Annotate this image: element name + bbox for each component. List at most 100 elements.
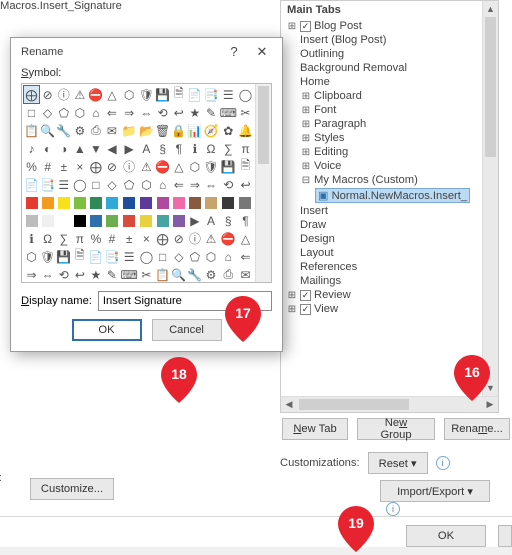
symbol-cell[interactable] [88, 194, 103, 211]
customize-button[interactable]: Customize... [30, 478, 114, 500]
tree-label[interactable]: Outlining [300, 48, 344, 60]
symbol-cell[interactable] [238, 194, 253, 211]
symbol-cell[interactable]: ⬡ [139, 176, 154, 193]
symbol-cell[interactable]: % [24, 158, 39, 175]
symbol-cell[interactable]: ◀ [104, 140, 119, 157]
collapse-icon[interactable]: ⊟ [301, 175, 311, 186]
symbol-cell[interactable]: ⟲ [56, 266, 71, 282]
symbol-cell[interactable]: 🧭 [203, 122, 218, 139]
scroll-thumb[interactable] [258, 86, 269, 164]
symbol-cell[interactable] [88, 212, 103, 229]
dialog-titlebar[interactable]: Rename ? ✕ [11, 38, 282, 65]
symbol-cell[interactable]: ⬡ [187, 158, 202, 175]
symbol-cell[interactable]: § [220, 212, 237, 229]
expand-icon[interactable]: ⊞ [301, 91, 311, 102]
symbol-cell[interactable]: 🗎 [72, 248, 87, 265]
symbol-cell[interactable]: × [139, 230, 154, 247]
tree-label[interactable]: My Macros (Custom) [314, 174, 418, 186]
tree-label[interactable]: Paragraph [314, 118, 366, 130]
symbol-cell[interactable]: 🗎 [171, 86, 186, 103]
symbol-cell[interactable]: A [203, 212, 218, 229]
symbol-cell[interactable]: ✎ [104, 266, 119, 282]
symbol-cell[interactable]: ℹ [187, 140, 202, 157]
expand-icon[interactable]: ⊞ [301, 161, 311, 172]
scroll-right-icon[interactable]: ▶ [482, 399, 498, 410]
symbol-cell[interactable]: ⬠ [56, 104, 71, 121]
symbol-cell[interactable]: ◇ [104, 176, 119, 193]
selected-macro-entry[interactable]: ▣Normal.NewMacros.Insert_ [315, 188, 470, 203]
symbol-cell[interactable]: ▶ [187, 212, 202, 229]
symbol-cell[interactable] [40, 212, 55, 229]
symbol-cell[interactable]: ⛔ [220, 230, 237, 247]
symbol-cell[interactable]: Ω [40, 230, 55, 247]
symbol-cell[interactable]: ⚙ [72, 122, 87, 139]
symbol-cell[interactable]: ⊘ [40, 86, 55, 103]
symbol-cell[interactable]: ▲ [72, 140, 87, 157]
expand-icon[interactable]: ⊞ [301, 105, 311, 116]
symbol-cell[interactable]: ⚠ [203, 230, 218, 247]
symbol-cell[interactable] [139, 194, 154, 211]
symbol-cell[interactable]: □ [155, 248, 170, 265]
symbol-cell[interactable]: ⟲ [155, 104, 170, 121]
symbol-cell[interactable]: ✂ [139, 266, 154, 282]
symbol-cell[interactable]: ✂ [238, 104, 253, 121]
symbol-cell[interactable]: ⬠ [120, 176, 137, 193]
tree-label[interactable]: Home [300, 76, 330, 88]
tree-label[interactable]: Background Removal [300, 62, 407, 74]
symbol-cell[interactable]: □ [88, 176, 103, 193]
symbol-cell[interactable]: ⨁ [88, 158, 103, 175]
symbol-cell[interactable]: ☰ [220, 86, 237, 103]
new-group-button[interactable]: New Group [357, 418, 435, 440]
tree-label[interactable]: Insert [300, 205, 328, 217]
symbol-cell[interactable]: ⌂ [88, 104, 103, 121]
symbol-cell[interactable]: 📑 [104, 248, 119, 265]
symbol-cell[interactable]: π [72, 230, 87, 247]
import-export-dropdown[interactable]: Import/Export ▾ [380, 480, 490, 502]
symbol-cell[interactable]: # [40, 158, 55, 175]
symbol-cell[interactable] [24, 212, 39, 229]
tree-label[interactable]: Font [314, 104, 336, 116]
symbol-cell[interactable]: ⇐ [171, 176, 186, 193]
symbol-cell[interactable]: 💾 [56, 248, 71, 265]
tree-label[interactable]: Design [300, 233, 335, 245]
tree-label[interactable]: Mailings [300, 275, 341, 287]
symbol-cell[interactable]: ℹ [24, 230, 39, 247]
scroll-thumb[interactable] [299, 399, 409, 410]
symbol-cell[interactable]: 📋 [155, 266, 170, 282]
symbol-cell[interactable]: △ [104, 86, 119, 103]
symbol-cell[interactable] [120, 212, 137, 229]
main-tabs-tree[interactable]: ⊞✓Blog Post Insert (Blog Post) Outlining… [281, 19, 498, 318]
dialog-ok-button[interactable]: OK [72, 319, 142, 341]
symbol-cell[interactable]: 🛡 [139, 86, 154, 103]
symbol-cell[interactable]: 📄 [88, 248, 103, 265]
symbol-cell[interactable] [56, 194, 71, 211]
symbol-cell[interactable]: ✎ [203, 104, 218, 121]
symbol-cell[interactable]: ↩ [238, 176, 253, 193]
symbol-cell[interactable]: ⇐ [238, 248, 253, 265]
symbol-cell[interactable]: ⟲ [220, 176, 237, 193]
symbol-cell[interactable]: ⓘ [56, 86, 71, 103]
symbol-cell[interactable]: 🔒 [171, 122, 186, 139]
symbol-cell[interactable] [171, 194, 186, 211]
symbol-cell[interactable] [72, 212, 87, 229]
symbol-cell[interactable]: ± [56, 158, 71, 175]
symbol-cell[interactable]: A [139, 140, 154, 157]
symbol-cell[interactable] [104, 194, 119, 211]
symbol-cell[interactable]: □ [24, 104, 39, 121]
symbol-cell[interactable]: ♪ [24, 140, 39, 157]
display-name-input[interactable] [98, 291, 272, 311]
scroll-thumb[interactable] [485, 17, 496, 157]
symbol-cell[interactable]: ⇒ [24, 266, 39, 282]
tree-label[interactable]: Blog Post [314, 20, 362, 32]
checkbox[interactable]: ✓ [300, 304, 311, 315]
symbol-cell[interactable]: ⇔ [203, 176, 218, 193]
symbol-cell[interactable]: ✉ [104, 122, 119, 139]
symbol-cell[interactable]: 🗎 [238, 158, 253, 175]
symbol-cell[interactable]: π [238, 140, 253, 157]
symbol-cell[interactable]: ⚙ [203, 266, 218, 282]
scroll-up-icon[interactable]: ▲ [483, 1, 498, 17]
symbol-cell[interactable]: ◑ [56, 140, 71, 157]
symbol-cell[interactable]: ⬡ [24, 248, 39, 265]
symbol-cell[interactable] [203, 194, 218, 211]
symbol-cell[interactable]: ☰ [56, 176, 71, 193]
